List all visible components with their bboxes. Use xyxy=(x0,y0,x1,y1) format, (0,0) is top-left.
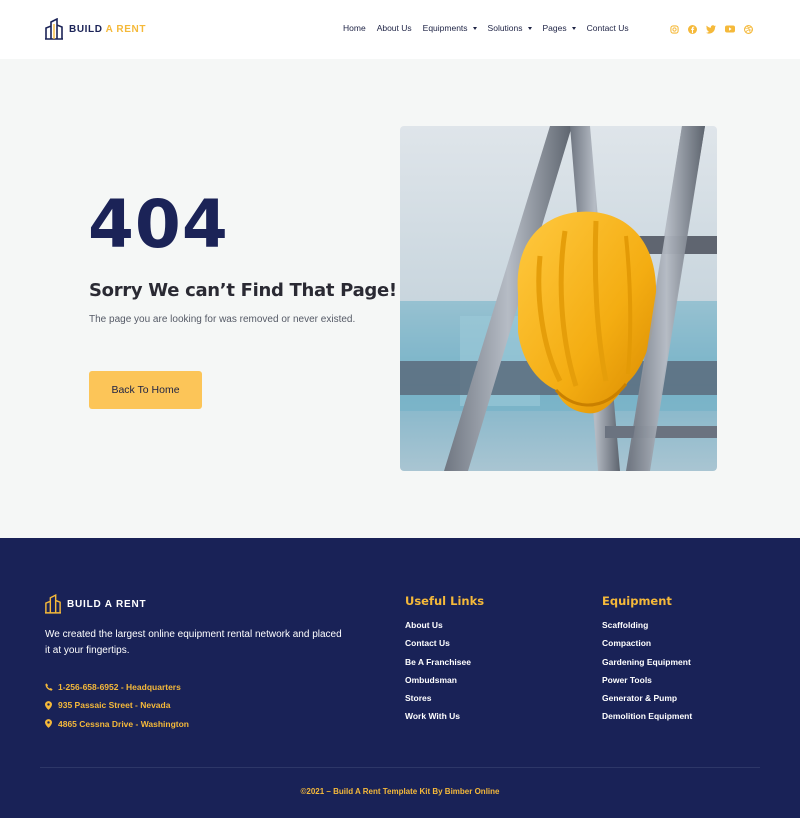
nav-item-label: Solutions xyxy=(487,23,523,33)
contact-phone[interactable]: 1-256-658-6952 - Headquarters xyxy=(45,678,189,696)
footer-link[interactable]: Power Tools xyxy=(602,675,692,693)
footer-link[interactable]: Work With Us xyxy=(405,711,484,729)
nav-item-label: About Us xyxy=(376,23,412,33)
footer-logo-text: BUILD A RENT xyxy=(67,598,147,610)
building-logo-icon xyxy=(45,594,61,614)
nav-item-contact-us[interactable]: Contact Us xyxy=(587,23,629,33)
error-description: The page you are looking for was removed… xyxy=(89,314,356,325)
back-to-home-button[interactable]: Back To Home xyxy=(89,371,202,409)
equipment-heading: Equipment xyxy=(602,594,672,608)
contact-text: 935 Passaic Street - Nevada xyxy=(58,700,171,711)
contact-address[interactable]: 935 Passaic Street - Nevada xyxy=(45,696,189,714)
useful-links-column: Useful Links About Us Contact Us Be A Fran… xyxy=(405,594,484,730)
social-links xyxy=(669,24,762,34)
instagram-icon[interactable] xyxy=(669,24,679,34)
nav-item-home[interactable]: Home xyxy=(343,23,366,33)
footer-link[interactable]: Contact Us xyxy=(405,638,484,656)
equipment-column: Equipment Scaffolding Compaction Gardening… xyxy=(602,594,692,730)
main-nav: Home About Us Equipments Solutions Pages Cont… xyxy=(343,23,640,33)
facebook-icon[interactable] xyxy=(688,24,698,34)
caret-down-icon xyxy=(571,26,576,30)
footer-contact-list: 1-256-658-6952 - Headquarters 935 Passai… xyxy=(45,678,189,733)
error-title: Sorry We can’t Find That Page! xyxy=(89,280,397,301)
building-logo-icon xyxy=(45,18,63,40)
useful-links-heading: Useful Links xyxy=(405,594,485,608)
location-pin-icon xyxy=(45,719,53,729)
twitter-icon[interactable] xyxy=(706,24,716,34)
footer-link[interactable]: Ombudsman xyxy=(405,675,484,693)
caret-down-icon xyxy=(527,26,532,30)
footer-link[interactable]: Generator & Pump xyxy=(602,693,692,711)
footer-link[interactable]: About Us xyxy=(405,620,484,638)
hard-hat-on-ladder-image xyxy=(400,126,717,471)
nav-item-label: Equipments xyxy=(422,23,468,33)
site-header: BUILD A RENT Home About Us Equipments Solut… xyxy=(0,0,800,59)
footer-divider xyxy=(40,767,760,768)
footer-link[interactable]: Be A Franchisee xyxy=(405,657,484,675)
footer-link[interactable]: Demolition Equipment xyxy=(602,711,692,729)
contact-address[interactable]: 4865 Cessna Drive - Washington xyxy=(45,715,189,733)
footer-logo[interactable]: BUILD A RENT xyxy=(45,594,146,614)
contact-text: 1-256-658-6952 - Headquarters xyxy=(58,682,181,693)
dribbble-icon[interactable] xyxy=(743,24,753,34)
copyright-text: ©2021 – Build A Rent Template Kit By Bim… xyxy=(300,787,500,796)
nav-item-label: Home xyxy=(343,23,366,33)
location-pin-icon xyxy=(45,700,53,710)
site-footer: BUILD A RENT We created the largest onli… xyxy=(0,538,800,818)
footer-link[interactable]: Stores xyxy=(405,693,484,711)
footer-link[interactable]: Gardening Equipment xyxy=(602,657,692,675)
logo-text-accent: A RENT xyxy=(105,23,147,35)
nav-item-about-us[interactable]: About Us xyxy=(377,23,412,33)
nav-item-label: Pages xyxy=(542,23,567,33)
nav-item-pages[interactable]: Pages xyxy=(543,23,576,33)
contact-text: 4865 Cessna Drive - Washington xyxy=(58,718,190,729)
error-code: 404 xyxy=(88,186,229,263)
footer-link[interactable]: Scaffolding xyxy=(602,620,692,638)
logo-text-main: BUILD xyxy=(69,23,103,35)
footer-about-text: We created the largest online equipment … xyxy=(45,629,342,656)
caret-down-icon xyxy=(472,26,477,30)
error-hero-section: 404 Sorry We can’t Find That Page! The p… xyxy=(0,59,800,538)
nav-item-solutions[interactable]: Solutions xyxy=(488,23,532,33)
footer-link[interactable]: Compaction xyxy=(602,638,692,656)
logo-text: BUILD A RENT xyxy=(69,24,146,35)
nav-item-label: Contact Us xyxy=(586,23,629,33)
phone-icon xyxy=(45,682,53,692)
nav-item-equipments[interactable]: Equipments xyxy=(423,23,477,33)
header-logo[interactable]: BUILD A RENT xyxy=(45,18,146,40)
youtube-icon[interactable] xyxy=(724,24,735,34)
